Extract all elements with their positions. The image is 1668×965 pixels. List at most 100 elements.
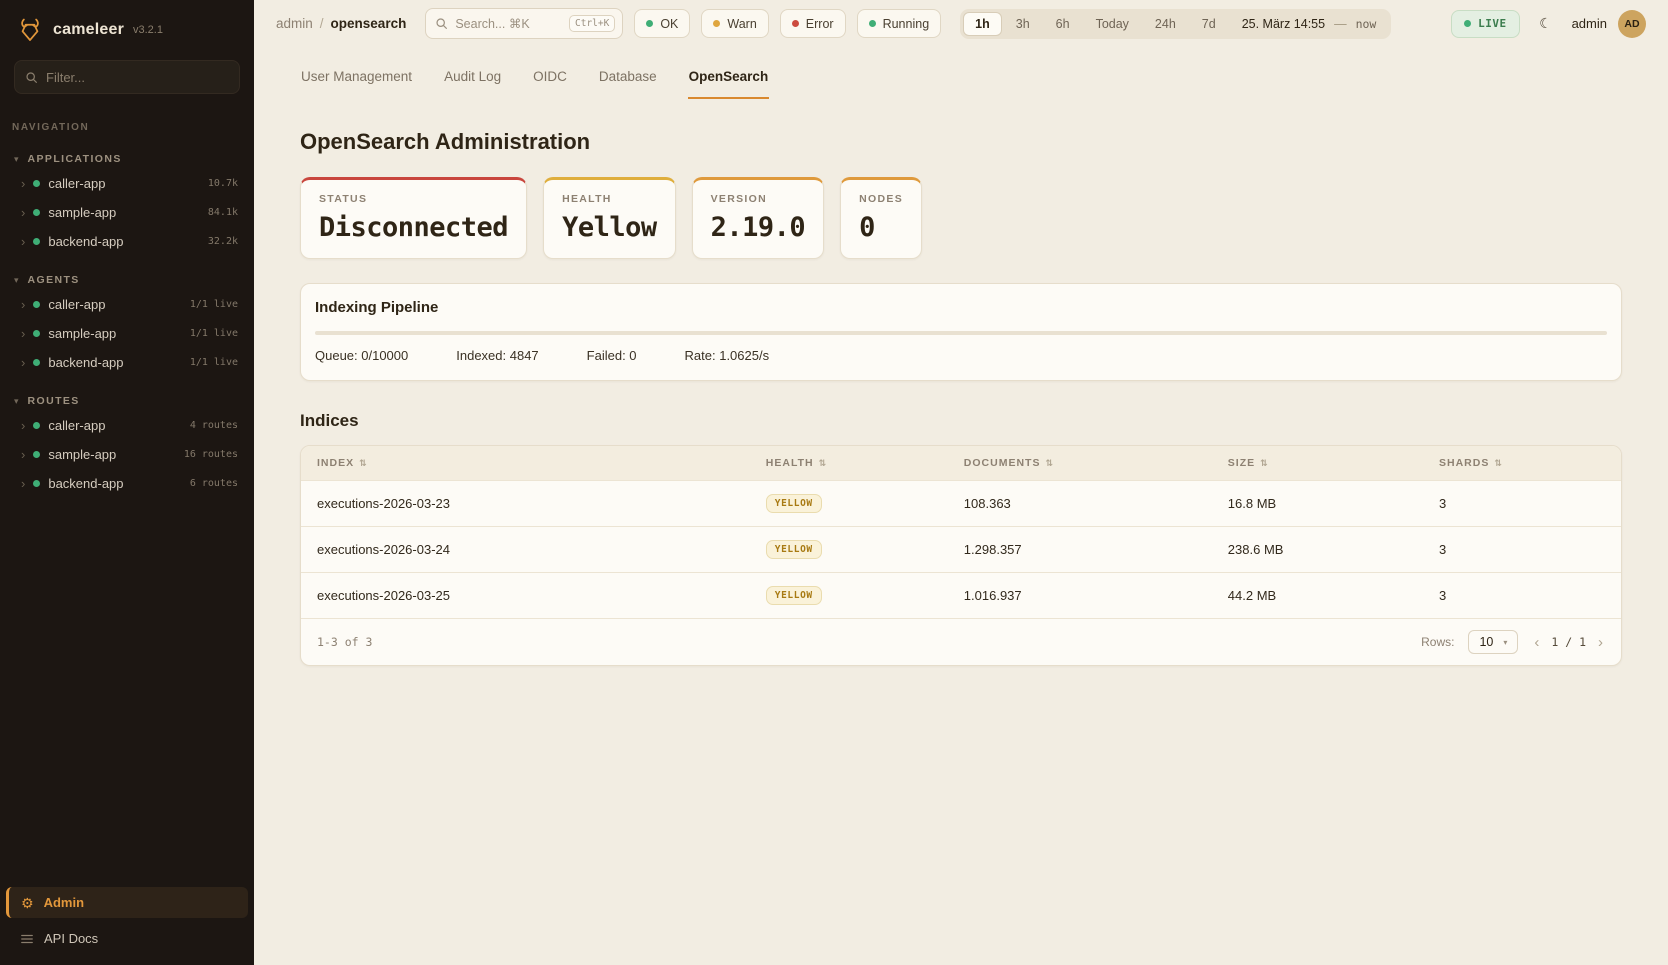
app-logo[interactable]: cameleer v3.2.1 xyxy=(0,0,254,56)
page-title: OpenSearch Administration xyxy=(300,129,1622,155)
sidebar-item-label: backend-app xyxy=(48,355,123,370)
sidebar-item-label: caller-app xyxy=(48,297,105,312)
prev-page-button[interactable]: ‹ xyxy=(1532,634,1541,651)
pipeline-rate: Rate: 1.0625/s xyxy=(685,348,770,363)
stat-label: STATUS xyxy=(319,193,508,205)
sidebar-item-routes-sample-app[interactable]: › sample-app 16 routes xyxy=(0,440,254,469)
sort-icon: ⇅ xyxy=(1260,458,1269,469)
page-indicator: 1 / 1 xyxy=(1551,635,1586,649)
sidebar-item-agents-sample-app[interactable]: › sample-app 1/1 live xyxy=(0,319,254,348)
sidebar-item-label: backend-app xyxy=(48,234,123,249)
chevron-right-icon: › xyxy=(21,327,25,340)
search-icon xyxy=(25,71,38,84)
cell-index: executions-2026-03-23 xyxy=(301,483,750,524)
time-range-24h[interactable]: 24h xyxy=(1143,12,1188,36)
status-dot xyxy=(33,480,40,487)
cell-documents: 1.298.357 xyxy=(948,529,1212,570)
breadcrumb-admin[interactable]: admin xyxy=(276,16,313,31)
user-name: admin xyxy=(1572,16,1607,31)
filter-error-button[interactable]: Error xyxy=(780,9,846,38)
pipeline-failed: Failed: 0 xyxy=(587,348,637,363)
live-indicator[interactable]: LIVE xyxy=(1451,10,1520,38)
date-separator: — xyxy=(1334,17,1347,31)
sidebar-item-applications-caller-app[interactable]: › caller-app 10.7k xyxy=(0,169,254,198)
stat-card-health: HEALTH Yellow xyxy=(543,177,676,259)
filter-input[interactable] xyxy=(46,70,229,85)
caret-down-icon: ▾ xyxy=(14,396,19,407)
date-range-display[interactable]: 25. März 14:55 — now xyxy=(1230,17,1389,31)
tab-opensearch[interactable]: OpenSearch xyxy=(688,63,770,99)
tab-oidc[interactable]: OIDC xyxy=(532,63,568,99)
filter-label: Error xyxy=(806,17,834,31)
cell-shards: 3 xyxy=(1423,575,1621,616)
chevron-right-icon: › xyxy=(21,206,25,219)
cell-size: 16.8 MB xyxy=(1212,483,1423,524)
column-header-index[interactable]: INDEX ⇅ xyxy=(301,446,750,480)
sidebar-item-agents-backend-app[interactable]: › backend-app 1/1 live xyxy=(0,348,254,377)
filter-label: Warn xyxy=(727,17,756,31)
chevron-right-icon: › xyxy=(21,235,25,248)
avatar[interactable]: AD xyxy=(1618,10,1646,38)
global-search-box: Ctrl+K xyxy=(425,8,623,39)
section-header-applications[interactable]: ▾ APPLICATIONS xyxy=(0,149,254,169)
table-row[interactable]: executions-2026-03-25 YELLOW 1.016.937 4… xyxy=(301,572,1621,618)
search-input[interactable] xyxy=(455,17,562,31)
table-row[interactable]: executions-2026-03-24 YELLOW 1.298.357 2… xyxy=(301,526,1621,572)
error-status-dot xyxy=(792,20,799,27)
rows-per-page-label: Rows: xyxy=(1421,635,1454,649)
cell-health: YELLOW xyxy=(750,481,948,526)
date-from: 25. März 14:55 xyxy=(1242,17,1325,31)
column-label: SHARDS xyxy=(1439,457,1489,469)
column-label: SIZE xyxy=(1228,457,1255,469)
status-dot xyxy=(33,301,40,308)
tab-user-management[interactable]: User Management xyxy=(300,63,413,99)
chevron-right-icon: › xyxy=(21,419,25,432)
column-header-documents[interactable]: DOCUMENTS ⇅ xyxy=(948,446,1212,480)
section-header-agents[interactable]: ▾ AGENTS xyxy=(0,270,254,290)
theme-toggle-button[interactable]: ☾ xyxy=(1531,9,1561,39)
filter-warn-button[interactable]: Warn xyxy=(701,9,768,38)
table-row[interactable]: executions-2026-03-23 YELLOW 108.363 16.… xyxy=(301,480,1621,526)
sidebar-item-agents-caller-app[interactable]: › caller-app 1/1 live xyxy=(0,290,254,319)
tab-bar: User Management Audit Log OIDC Database … xyxy=(300,47,1622,99)
column-header-shards[interactable]: SHARDS ⇅ xyxy=(1423,446,1621,480)
column-header-health[interactable]: HEALTH ⇅ xyxy=(750,446,948,480)
sidebar-item-badge: 10.7k xyxy=(208,178,238,189)
ok-status-dot xyxy=(646,20,653,27)
pipeline-progress-bar xyxy=(315,331,1607,335)
next-page-button[interactable]: › xyxy=(1596,634,1605,651)
app-version: v3.2.1 xyxy=(133,24,163,36)
time-range-today[interactable]: Today xyxy=(1084,12,1141,36)
tab-database[interactable]: Database xyxy=(598,63,658,99)
pagination-range: 1-3 of 3 xyxy=(317,635,372,649)
table-footer: 1-3 of 3 Rows: 10 ▾ ‹ 1 / 1 › xyxy=(301,618,1621,665)
sidebar-item-label: sample-app xyxy=(48,447,116,462)
time-range-1h[interactable]: 1h xyxy=(963,12,1002,36)
filter-label: OK xyxy=(660,17,678,31)
column-header-size[interactable]: SIZE ⇅ xyxy=(1212,446,1423,480)
sidebar-item-routes-caller-app[interactable]: › caller-app 4 routes xyxy=(0,411,254,440)
status-dot xyxy=(33,330,40,337)
sidebar-item-label: sample-app xyxy=(48,326,116,341)
rows-per-page-select[interactable]: 10 ▾ xyxy=(1468,630,1518,654)
sidebar-item-applications-backend-app[interactable]: › backend-app 32.2k xyxy=(0,227,254,256)
tab-audit-log[interactable]: Audit Log xyxy=(443,63,502,99)
sidebar-item-api-docs[interactable]: API Docs xyxy=(0,922,254,955)
page-content: User Management Audit Log OIDC Database … xyxy=(254,47,1668,965)
section-header-routes[interactable]: ▾ ROUTES xyxy=(0,391,254,411)
filter-ok-button[interactable]: OK xyxy=(634,9,690,38)
sidebar-item-routes-backend-app[interactable]: › backend-app 6 routes xyxy=(0,469,254,498)
status-dot xyxy=(33,422,40,429)
admin-label: Admin xyxy=(44,895,84,910)
sidebar-item-applications-sample-app[interactable]: › sample-app 84.1k xyxy=(0,198,254,227)
time-range-3h[interactable]: 3h xyxy=(1004,12,1042,36)
sort-icon: ⇅ xyxy=(1045,458,1054,469)
caret-down-icon: ▾ xyxy=(14,154,19,165)
stat-label: VERSION xyxy=(711,193,806,205)
filter-running-button[interactable]: Running xyxy=(857,9,942,38)
time-range-6h[interactable]: 6h xyxy=(1044,12,1082,36)
sidebar-item-admin[interactable]: ⚙ Admin xyxy=(6,887,248,918)
main-area: admin / opensearch Ctrl+K OK Warn xyxy=(254,0,1668,965)
time-range-7d[interactable]: 7d xyxy=(1190,12,1228,36)
health-badge: YELLOW xyxy=(766,540,822,559)
